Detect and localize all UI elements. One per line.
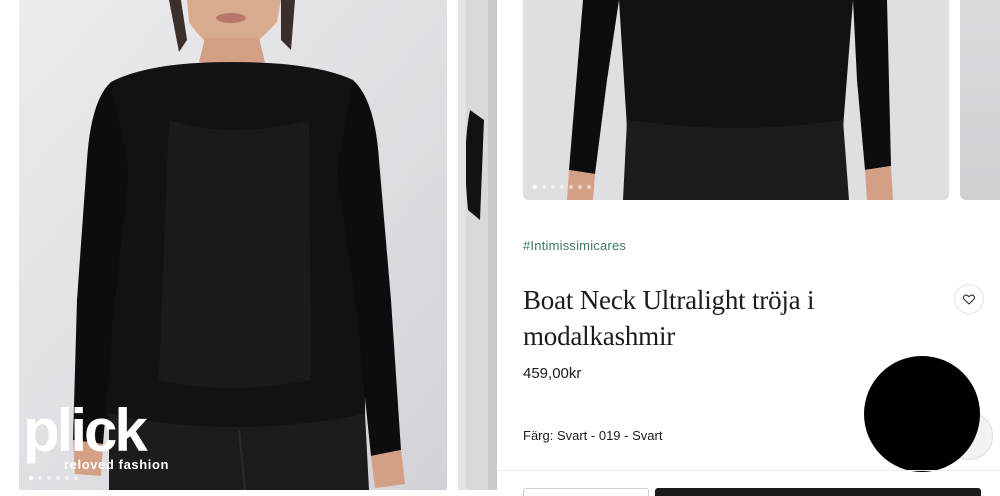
gallery-dot[interactable] bbox=[542, 185, 546, 189]
color-selection[interactable]: Färg: Svart - 019 - Svart bbox=[523, 428, 662, 443]
size-selector[interactable] bbox=[523, 488, 649, 496]
right-gallery-dots[interactable] bbox=[533, 185, 591, 189]
floating-black-circle[interactable] bbox=[864, 356, 980, 472]
hashtag-label[interactable]: #Intimissimicares bbox=[523, 238, 626, 253]
gallery-dot[interactable] bbox=[551, 185, 555, 189]
add-to-cart-button[interactable] bbox=[655, 488, 981, 496]
heart-icon bbox=[963, 294, 975, 305]
plick-logo: plick reloved fashion bbox=[23, 397, 169, 472]
right-screenshot: #Intimissimicares Boat Neck Ultralight t… bbox=[497, 0, 1000, 496]
product-photo-cropped[interactable] bbox=[523, 0, 949, 200]
svg-text:reloved fashion: reloved fashion bbox=[64, 457, 169, 472]
plick-watermark: plick reloved fashion bbox=[23, 393, 193, 475]
left-screenshot: plick reloved fashion bbox=[0, 0, 497, 496]
gallery-dot[interactable] bbox=[47, 476, 51, 480]
gallery-dot[interactable] bbox=[65, 476, 69, 480]
gallery-dot[interactable] bbox=[587, 185, 591, 189]
peek-figure bbox=[458, 0, 497, 490]
gallery-dot[interactable] bbox=[38, 476, 42, 480]
divider bbox=[497, 470, 1000, 471]
gallery-dot[interactable] bbox=[578, 185, 582, 189]
wishlist-button[interactable] bbox=[954, 284, 984, 314]
svg-text:plick: plick bbox=[23, 397, 148, 464]
gallery-dot[interactable] bbox=[569, 185, 573, 189]
gallery-dot[interactable] bbox=[74, 476, 78, 480]
left-gallery-dots[interactable] bbox=[29, 476, 78, 480]
gallery-dot[interactable] bbox=[29, 476, 33, 480]
product-price: 459,00kr bbox=[523, 365, 582, 382]
next-photo-peek-right[interactable] bbox=[960, 0, 1000, 200]
next-photo-peek[interactable] bbox=[458, 0, 497, 490]
gallery-dot[interactable] bbox=[56, 476, 60, 480]
model-figure-cropped bbox=[523, 0, 949, 200]
gallery-dot[interactable] bbox=[560, 185, 564, 189]
gallery-dot[interactable] bbox=[533, 185, 537, 189]
product-title: Boat Neck Ultralight tröja i modalkashmi… bbox=[523, 285, 815, 351]
